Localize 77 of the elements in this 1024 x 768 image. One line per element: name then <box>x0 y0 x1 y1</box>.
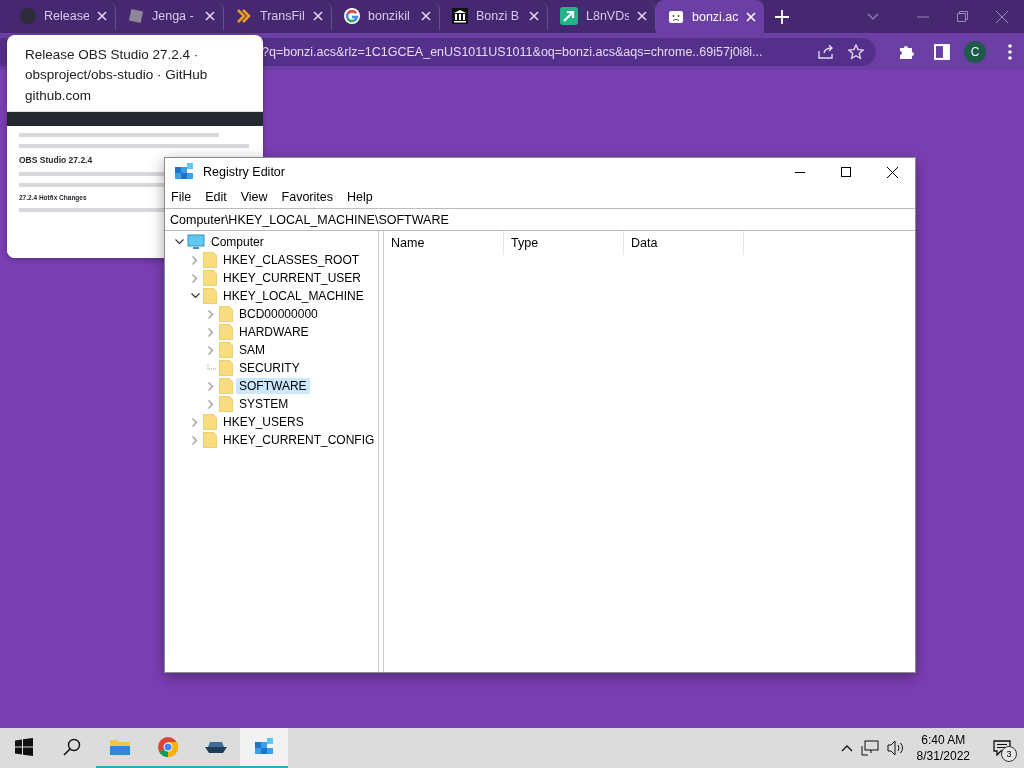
preview-domain: github.com <box>25 88 93 103</box>
browser-tab[interactable]: bonzikil <box>332 2 440 30</box>
column-header[interactable]: Data <box>624 231 744 255</box>
close-icon[interactable] <box>996 10 1008 23</box>
multicolor-ring-icon <box>344 8 360 24</box>
tree-node-label[interactable]: SAM <box>236 342 268 358</box>
maximize-icon <box>841 167 851 177</box>
tree-node-label[interactable]: Computer <box>208 234 267 250</box>
thumbnail-heading: OBS Studio 27.2.4 <box>19 155 93 165</box>
folder-icon <box>203 432 217 448</box>
tree-node-label[interactable]: HKEY_USERS <box>220 414 307 430</box>
notifications-button[interactable]: 3 <box>988 734 1016 762</box>
kebab-menu-icon[interactable] <box>1008 43 1012 60</box>
chrome-circle-icon <box>157 736 179 758</box>
monitor-icon <box>187 234 205 250</box>
menu-item[interactable]: Favorites <box>281 190 333 204</box>
tree-node-label[interactable]: HKEY_CURRENT_USER <box>220 270 365 286</box>
folder-icon <box>219 306 233 322</box>
sad-face-icon <box>668 8 684 25</box>
minimize-icon <box>795 171 805 173</box>
tree-node-label[interactable]: HKEY_CLASSES_ROOT <box>220 252 363 268</box>
browser-tab[interactable]: Jenga - <box>116 2 224 30</box>
tree-line <box>206 363 216 373</box>
folder-icon <box>219 378 233 394</box>
menu-item[interactable]: Help <box>347 190 373 204</box>
restore-icon[interactable] <box>957 11 968 22</box>
browser-tab[interactable]: Bonzi B <box>440 2 548 30</box>
tree-node-label[interactable]: SOFTWARE <box>236 378 310 394</box>
browser-tab[interactable]: TransFil <box>224 2 332 30</box>
folder-icon <box>203 288 217 304</box>
tree-node-label[interactable]: HKEY_LOCAL_MACHINE <box>220 288 367 304</box>
folder-icon <box>203 252 217 268</box>
browser-tab[interactable]: bonzi.ac <box>656 0 764 33</box>
close-icon <box>886 166 898 178</box>
arrow-square-icon <box>560 7 578 25</box>
network-icon[interactable] <box>860 740 879 756</box>
folder-icon <box>219 396 233 412</box>
four-panes-icon <box>15 738 33 756</box>
profile-avatar[interactable]: C <box>964 40 987 63</box>
plus-icon[interactable] <box>775 9 789 24</box>
folder-icon <box>203 270 217 286</box>
side-panel-icon[interactable] <box>934 43 951 60</box>
puzzle-icon[interactable] <box>898 43 915 60</box>
browser-tab[interactable]: Release <box>8 2 116 30</box>
path-field[interactable]: Computer\HKEY_LOCAL_MACHINE\SOFTWARE <box>165 208 915 231</box>
folder-icon <box>219 360 233 376</box>
speaker-icon[interactable] <box>886 740 905 756</box>
columns-building-icon <box>452 8 468 24</box>
chevron-down-icon[interactable] <box>190 293 200 299</box>
menu-item[interactable]: File <box>171 190 192 204</box>
chevron-up-icon[interactable] <box>840 744 853 752</box>
notification-count: 3 <box>1001 746 1017 762</box>
star-icon[interactable] <box>848 43 865 60</box>
column-header[interactable]: Type <box>504 231 624 255</box>
taskbar-app[interactable] <box>240 728 288 768</box>
tree-node-label[interactable]: SYSTEM <box>236 396 292 412</box>
tree-node-label[interactable]: HKEY_CURRENT_CONFIG <box>220 432 378 448</box>
clock[interactable]: 6:40 AM 8/31/2022 <box>916 732 970 764</box>
date-text: 8/31/2022 <box>916 748 970 764</box>
share-icon[interactable] <box>818 44 835 59</box>
time-text: 6:40 AM <box>921 732 966 748</box>
column-header[interactable]: Name <box>384 231 504 255</box>
menu-item[interactable]: View <box>240 190 268 204</box>
folder-icon <box>203 414 217 430</box>
folder-icon <box>219 342 233 358</box>
chevron-down-icon[interactable] <box>174 239 184 245</box>
double-chevron-icon <box>236 8 252 24</box>
tree-node-label[interactable]: BCD00000000 <box>236 306 321 322</box>
window-title: Registry Editor <box>203 165 285 179</box>
folder-icon <box>219 324 233 340</box>
tree-node-label[interactable]: HARDWARE <box>236 324 312 340</box>
dark-circle-icon <box>20 8 36 24</box>
folder-icon <box>109 737 131 757</box>
menu-item[interactable]: Edit <box>205 190 227 204</box>
message-icon <box>993 740 1011 756</box>
tree-node-label[interactable]: SECURITY <box>236 360 303 376</box>
search-icon <box>63 738 81 756</box>
